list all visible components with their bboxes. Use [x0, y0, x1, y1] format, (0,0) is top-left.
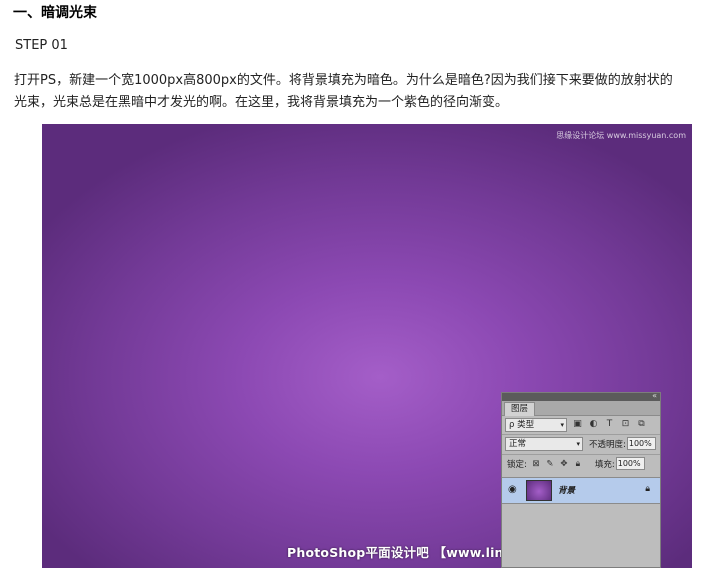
- lock-transparent-icon[interactable]: ⊠: [531, 459, 541, 469]
- collapse-icon[interactable]: «: [652, 391, 657, 400]
- image-filter-icon[interactable]: ▣: [572, 419, 583, 430]
- blend-row: 正常 ▾ 不透明度: 100%: [505, 436, 656, 451]
- layer-filter-select[interactable]: ρ 类型 ▾: [505, 417, 567, 432]
- tab-layers[interactable]: 图层: [504, 402, 536, 416]
- chevron-down-icon: ▾: [576, 439, 580, 448]
- layer-lock-icon: 🔒︎: [645, 484, 650, 494]
- blend-mode-value: 正常: [509, 438, 527, 449]
- shape-filter-icon[interactable]: ⊡: [620, 419, 631, 430]
- panel-title-strip: «: [502, 391, 660, 401]
- layer-row-background[interactable]: ◉ 背景 🔒︎: [502, 477, 660, 504]
- opacity-input[interactable]: 100%: [626, 437, 656, 450]
- adjustment-filter-icon[interactable]: ◐: [588, 419, 599, 430]
- filter-row: ρ 类型 ▾ ▣ ◐ T ⊡ ⧉: [505, 417, 647, 432]
- article-paragraph: 打开PS，新建一个宽1000px高800px的文件。将背景填充为暗色。为什么是暗…: [14, 70, 711, 114]
- fill-input[interactable]: 100%: [615, 457, 645, 470]
- lock-row: 锁定: ⊠ ✎ ✥ 🔒︎ 填充: 100%: [505, 456, 645, 471]
- type-filter-icon[interactable]: T: [604, 419, 615, 430]
- smart-object-filter-icon[interactable]: ⧉: [636, 419, 647, 430]
- page: 一、暗调光束 STEP 01 打开PS，新建一个宽1000px高800px的文件…: [0, 0, 711, 568]
- lock-pixels-icon[interactable]: ✎: [545, 459, 555, 469]
- section-heading: 一、暗调光束: [13, 5, 97, 21]
- paragraph-line-2: 光束，光束总是在黑暗中才发光的啊。在这里，我将背景填充为一个紫色的径向渐变。: [14, 95, 509, 110]
- watermark-top: 思缘设计论坛 www.missyuan.com: [556, 131, 686, 140]
- lock-all-icon[interactable]: 🔒︎: [573, 459, 583, 469]
- layer-name: 背景: [558, 486, 576, 496]
- filter-select-label: ρ 类型: [509, 419, 535, 430]
- layer-thumbnail: [526, 480, 552, 501]
- blend-mode-select[interactable]: 正常 ▾: [505, 436, 583, 451]
- panel-tabbar: 图层: [502, 401, 660, 416]
- step-label: STEP 01: [15, 38, 68, 53]
- opacity-label: 不透明度:: [589, 439, 626, 450]
- visibility-eye-icon[interactable]: ◉: [508, 484, 517, 495]
- lock-position-icon[interactable]: ✥: [559, 459, 569, 469]
- chevron-down-icon: ▾: [560, 420, 564, 429]
- divider: [502, 434, 660, 435]
- layers-panel: « 图层 ρ 类型 ▾ ▣ ◐ T ⊡ ⧉ 正常 ▾ 不透明度: 100% 锁定…: [501, 391, 661, 568]
- divider: [502, 454, 660, 455]
- fill-label: 填充:: [594, 459, 615, 470]
- paragraph-line-1: 打开PS，新建一个宽1000px高800px的文件。将背景填充为暗色。为什么是暗…: [14, 73, 673, 88]
- lock-label: 锁定:: [507, 459, 527, 470]
